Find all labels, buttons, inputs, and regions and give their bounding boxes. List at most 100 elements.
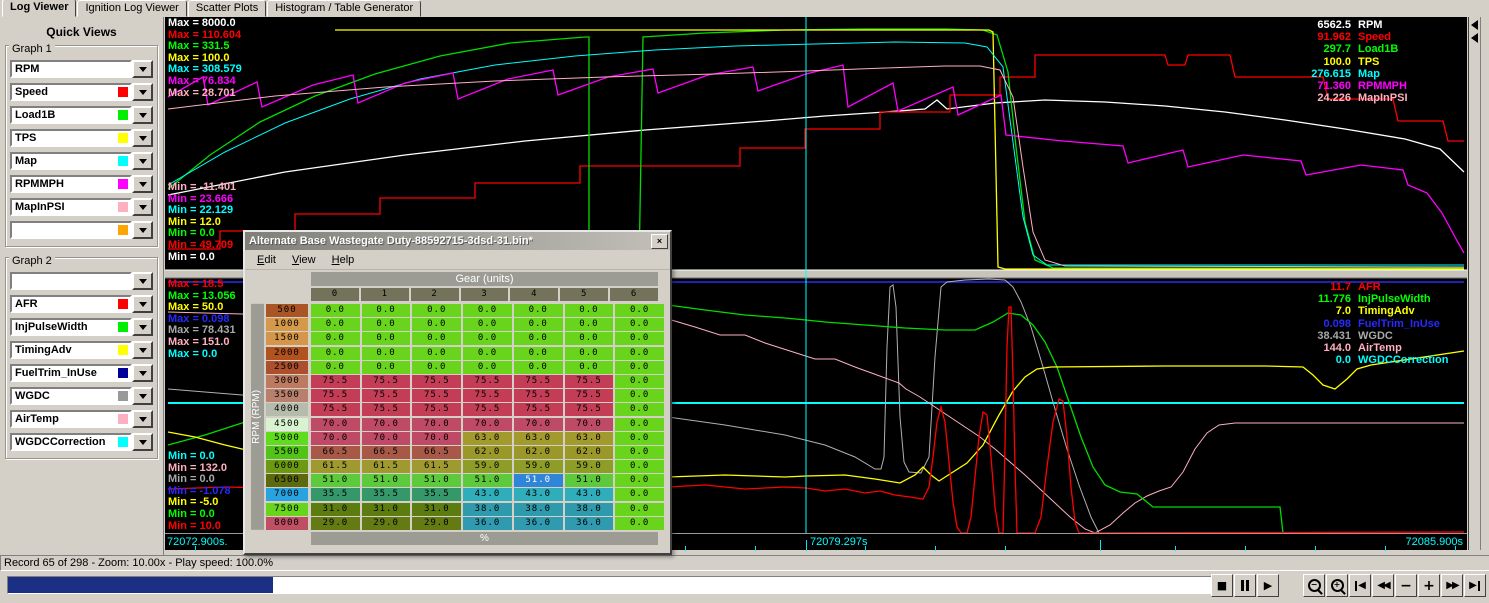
table-cell-7000-2[interactable]: 35.5 — [412, 488, 461, 501]
table-cell-2500-4[interactable]: 0.0 — [514, 361, 563, 374]
table-cell-6500-4[interactable]: 51.0 — [514, 474, 563, 487]
table-cell-1000-2[interactable]: 0.0 — [412, 318, 461, 331]
dropdown-button[interactable] — [132, 272, 153, 290]
graph2-select-airtemp[interactable]: AirTemp — [10, 410, 132, 428]
graph2-select-wgdccorrection[interactable]: WGDCCorrection — [10, 433, 132, 451]
rewind-button[interactable]: ◀◀ — [1372, 574, 1394, 597]
zoom-out-button[interactable]: − — [1303, 574, 1325, 597]
table-cell-6000-5[interactable]: 59.0 — [565, 460, 614, 473]
menu-item-edit[interactable]: Edit — [249, 252, 284, 268]
table-cell-2500-6[interactable]: 0.0 — [615, 361, 664, 374]
table-cell-1500-3[interactable]: 0.0 — [463, 332, 512, 345]
table-cell-3500-1[interactable]: 75.5 — [362, 389, 411, 402]
table-cell-6500-0[interactable]: 51.0 — [311, 474, 360, 487]
table-cell-8000-5[interactable]: 36.0 — [565, 517, 614, 530]
minus-button[interactable]: − — [1395, 574, 1417, 597]
table-cell-1000-5[interactable]: 0.0 — [565, 318, 614, 331]
table-cell-6500-1[interactable]: 51.0 — [362, 474, 411, 487]
table-cell-1000-0[interactable]: 0.0 — [311, 318, 360, 331]
table-cell-5000-5[interactable]: 63.0 — [565, 432, 614, 445]
table-cell-2000-2[interactable]: 0.0 — [412, 347, 461, 360]
table-cell-6500-6[interactable]: 0.0 — [615, 474, 664, 487]
dropdown-button[interactable] — [132, 318, 153, 336]
table-cell-5000-2[interactable]: 70.0 — [412, 432, 461, 445]
table-cell-500-6[interactable]: 0.0 — [615, 304, 664, 317]
table-cell-5000-6[interactable]: 0.0 — [615, 432, 664, 445]
graph1-select-rpmmph[interactable]: RPMMPH — [10, 175, 132, 193]
table-cell-6000-1[interactable]: 61.5 — [362, 460, 411, 473]
menu-item-view[interactable]: View — [284, 252, 324, 268]
table-cell-8000-0[interactable]: 29.0 — [311, 517, 360, 530]
graph1-select-tps[interactable]: TPS — [10, 129, 132, 147]
table-cell-2000-3[interactable]: 0.0 — [463, 347, 512, 360]
table-cell-7000-3[interactable]: 43.0 — [463, 488, 512, 501]
table-cell-8000-2[interactable]: 29.0 — [412, 517, 461, 530]
table-cell-2500-0[interactable]: 0.0 — [311, 361, 360, 374]
table-cell-3000-4[interactable]: 75.5 — [514, 375, 563, 388]
table-cell-3500-3[interactable]: 75.5 — [463, 389, 512, 402]
dropdown-button[interactable] — [132, 221, 153, 239]
stop-button[interactable]: ■ — [1211, 574, 1233, 597]
table-cell-1000-1[interactable]: 0.0 — [362, 318, 411, 331]
dropdown-button[interactable] — [132, 152, 153, 170]
tab-ignition-log-viewer[interactable]: Ignition Log Viewer — [77, 0, 186, 17]
graph2-select-wgdc[interactable]: WGDC — [10, 387, 132, 405]
table-cell-4000-4[interactable]: 75.5 — [514, 403, 563, 416]
table-cell-5500-2[interactable]: 66.5 — [412, 446, 461, 459]
menu-item-help[interactable]: Help — [324, 252, 363, 268]
table-cell-8000-3[interactable]: 36.0 — [463, 517, 512, 530]
table-cell-3500-6[interactable]: 0.0 — [615, 389, 664, 402]
dropdown-button[interactable] — [132, 295, 153, 313]
table-cell-4000-0[interactable]: 75.5 — [311, 403, 360, 416]
table-cell-5000-3[interactable]: 63.0 — [463, 432, 512, 445]
table-cell-5500-4[interactable]: 62.0 — [514, 446, 563, 459]
table-cell-7500-0[interactable]: 31.0 — [311, 503, 360, 516]
table-cell-5500-0[interactable]: 66.5 — [311, 446, 360, 459]
tab-log-viewer[interactable]: Log Viewer — [2, 0, 76, 17]
graph2-select-fueltrim-inuse[interactable]: FuelTrim_InUse — [10, 364, 132, 382]
dialog-titlebar[interactable]: Alternate Base Wastegate Duty-88592715-3… — [245, 232, 670, 250]
table-cell-6500-5[interactable]: 51.0 — [565, 474, 614, 487]
table-cell-1500-0[interactable]: 0.0 — [311, 332, 360, 345]
table-cell-7000-0[interactable]: 35.5 — [311, 488, 360, 501]
table-cell-8000-6[interactable]: 0.0 — [615, 517, 664, 530]
dropdown-button[interactable] — [132, 387, 153, 405]
table-cell-7000-6[interactable]: 0.0 — [615, 488, 664, 501]
table-cell-1500-6[interactable]: 0.0 — [615, 332, 664, 345]
table-cell-4500-4[interactable]: 70.0 — [514, 418, 563, 431]
table-cell-500-0[interactable]: 0.0 — [311, 304, 360, 317]
table-cell-500-5[interactable]: 0.0 — [565, 304, 614, 317]
tab-scatter-plots[interactable]: Scatter Plots — [188, 0, 266, 17]
collapse-arrow-icon[interactable] — [1471, 33, 1478, 43]
zoom-in-button[interactable]: + — [1326, 574, 1348, 597]
fast-forward-button[interactable]: ▶▶ — [1441, 574, 1463, 597]
table-cell-5000-0[interactable]: 70.0 — [311, 432, 360, 445]
graph2-select-afr[interactable]: AFR — [10, 295, 132, 313]
close-icon[interactable]: × — [651, 234, 668, 249]
tab-histogram-table-generator[interactable]: Histogram / Table Generator — [267, 0, 421, 17]
table-cell-2000-6[interactable]: 0.0 — [615, 347, 664, 360]
table-cell-3500-2[interactable]: 75.5 — [412, 389, 461, 402]
table-cell-1500-4[interactable]: 0.0 — [514, 332, 563, 345]
dropdown-button[interactable] — [132, 60, 153, 78]
graph1-select-mapinpsi[interactable]: MapInPSI — [10, 198, 132, 216]
table-cell-500-3[interactable]: 0.0 — [463, 304, 512, 317]
table-cell-3000-6[interactable]: 0.0 — [615, 375, 664, 388]
graph1-select-map[interactable]: Map — [10, 152, 132, 170]
table-cell-6000-4[interactable]: 59.0 — [514, 460, 563, 473]
graph1-select-empty[interactable] — [10, 221, 132, 239]
dropdown-button[interactable] — [132, 364, 153, 382]
table-cell-1500-1[interactable]: 0.0 — [362, 332, 411, 345]
play-button[interactable]: ▶ — [1257, 574, 1279, 597]
table-cell-5500-1[interactable]: 66.5 — [362, 446, 411, 459]
table-cell-5500-6[interactable]: 0.0 — [615, 446, 664, 459]
dropdown-button[interactable] — [132, 433, 153, 451]
dropdown-button[interactable] — [132, 83, 153, 101]
table-cell-3000-2[interactable]: 75.5 — [412, 375, 461, 388]
table-cell-8000-4[interactable]: 36.0 — [514, 517, 563, 530]
dropdown-button[interactable] — [132, 175, 153, 193]
table-cell-4500-2[interactable]: 70.0 — [412, 418, 461, 431]
table-cell-7500-1[interactable]: 31.0 — [362, 503, 411, 516]
table-cell-7000-1[interactable]: 35.5 — [362, 488, 411, 501]
pause-button[interactable] — [1234, 574, 1256, 597]
